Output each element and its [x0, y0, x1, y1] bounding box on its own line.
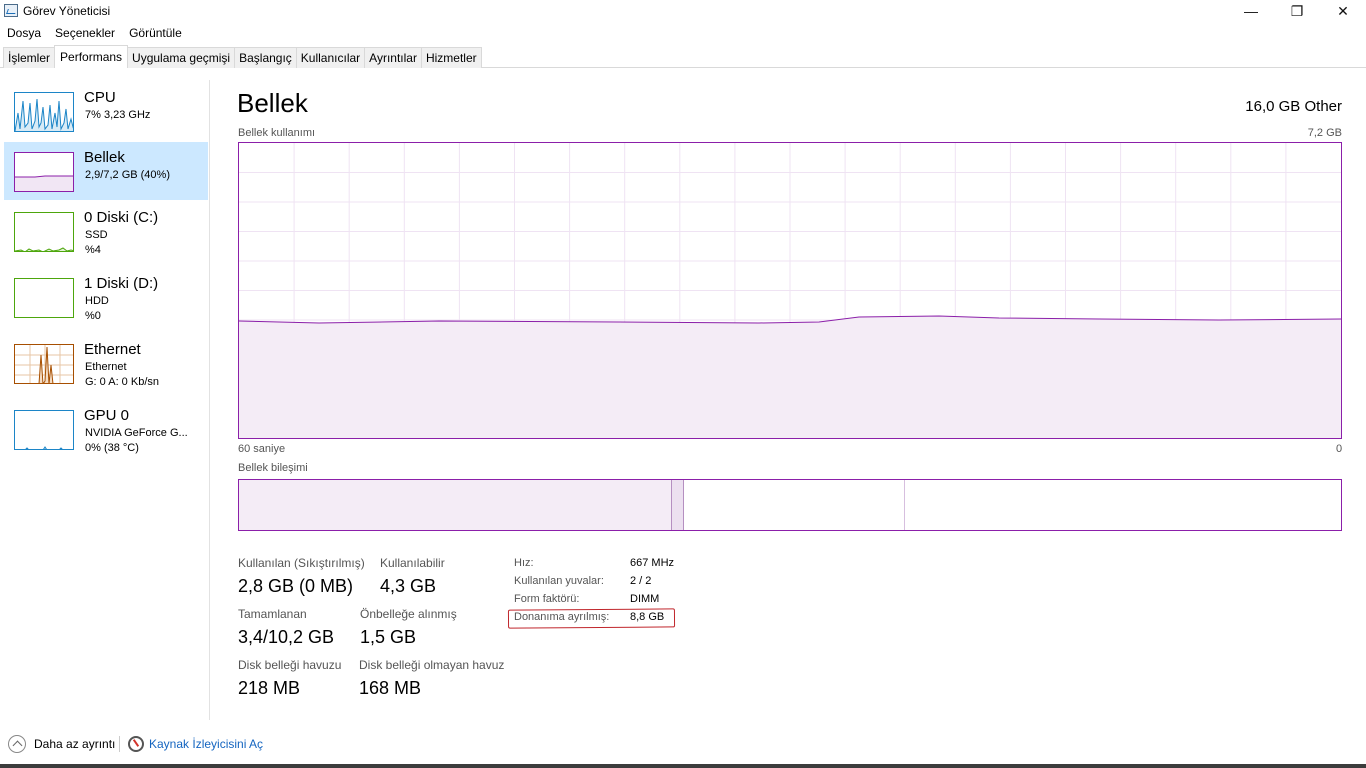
- memory-usage-label: Bellek kullanımı: [238, 127, 316, 139]
- fewer-details-button[interactable]: Daha az ayrıntı: [34, 737, 115, 751]
- tab-bar: İşlemler Performans Uygulama geçmişi Baş…: [0, 45, 1366, 68]
- sidebar-gpu-model: NVIDIA GeForce G...: [85, 427, 188, 439]
- committed-value: 3,4/10,2 GB: [238, 627, 335, 647]
- memory-thumbnail-graph: [14, 152, 74, 192]
- composition-standby: [684, 480, 905, 530]
- cached-value: 1,5 GB: [360, 627, 417, 647]
- committed-label: Tamamlanan: [238, 607, 307, 621]
- slots-value: 2 / 2: [630, 575, 652, 587]
- composition-in-use: [239, 480, 672, 530]
- memory-composition-bar: [238, 479, 1342, 531]
- available-value: 4,3 GB: [380, 576, 437, 596]
- sidebar-item-ethernet[interactable]: Ethernet Ethernet G: 0 A: 0 Kb/sn: [4, 334, 208, 392]
- disk-d-thumbnail-graph: [14, 278, 74, 318]
- disk-c-thumbnail-graph: [14, 212, 74, 252]
- ethernet-thumbnail-graph: [14, 344, 74, 384]
- form-factor-label: Form faktörü:: [514, 593, 580, 605]
- memory-composition-label: Bellek bileşimi: [238, 462, 308, 474]
- sidebar-item-cpu[interactable]: CPU 7% 3,23 GHz: [4, 82, 208, 140]
- maximize-button[interactable]: ❐: [1274, 0, 1320, 22]
- tab-startup[interactable]: Başlangıç: [234, 47, 297, 68]
- tab-details[interactable]: Ayrıntılar: [364, 47, 422, 68]
- footer-separator: [119, 736, 120, 752]
- sidebar-ethernet-throughput: G: 0 A: 0 Kb/sn: [85, 376, 159, 388]
- resource-monitor-icon: [128, 736, 144, 752]
- task-manager-icon: [4, 4, 18, 17]
- sidebar-item-gpu[interactable]: GPU 0 NVIDIA GeForce G... 0% (38 °C): [4, 400, 208, 458]
- sidebar-disk-c-title: 0 Diski (C:): [84, 209, 159, 226]
- paged-pool-label: Disk belleği havuzu: [238, 658, 342, 672]
- nonpaged-pool-label: Disk belleği olmayan havuz: [359, 658, 505, 672]
- open-resource-monitor-link[interactable]: Kaynak İzleyicisini Aç: [149, 737, 263, 751]
- gpu-thumbnail-graph: [14, 410, 74, 450]
- title-bar: Görev Yöneticisi — ❐ ✕: [0, 0, 1366, 22]
- sidebar-disk-d-type: HDD: [85, 295, 109, 307]
- memory-usage-graph: [238, 142, 1342, 439]
- cached-label: Önbelleğe alınmış: [360, 607, 457, 621]
- sidebar-disk-d-usage: %0: [85, 310, 101, 322]
- slots-label: Kullanılan yuvalar:: [514, 575, 604, 587]
- footer: Daha az ayrıntı Kaynak İzleyicisini Aç: [0, 730, 1366, 758]
- speed-value: 667 MHz: [630, 557, 675, 569]
- sidebar-item-disk-c[interactable]: 0 Diski (C:) SSD %4: [4, 202, 208, 260]
- menu-view[interactable]: Görüntüle: [122, 24, 189, 42]
- sidebar-gpu-usage: 0% (38 °C): [85, 442, 139, 454]
- form-factor-value: DIMM: [630, 593, 660, 605]
- menu-bar: Dosya Seçenekler Görüntüle: [0, 24, 189, 42]
- sidebar-disk-c-usage: %4: [85, 244, 101, 256]
- menu-options[interactable]: Seçenekler: [48, 24, 122, 42]
- sidebar-gpu-title: GPU 0: [84, 407, 130, 424]
- speed-label: Hız:: [514, 557, 534, 569]
- total-memory: 16,0 GB Other: [1245, 98, 1342, 115]
- tab-services[interactable]: Hizmetler: [420, 47, 482, 68]
- bottom-edge: [0, 764, 1366, 768]
- sidebar-memory-usage: 2,9/7,2 GB (40%): [85, 169, 170, 181]
- window-title: Görev Yöneticisi: [23, 4, 111, 18]
- performance-sidebar: CPU 7% 3,23 GHz Bellek 2,9/7,2 GB (40%) …: [0, 80, 210, 720]
- paged-pool-value: 218 MB: [238, 678, 301, 698]
- memory-usage-fill: [239, 316, 1341, 438]
- sidebar-disk-c-type: SSD: [85, 229, 108, 241]
- tab-performance[interactable]: Performans: [54, 45, 129, 68]
- page-title: Bellek: [237, 88, 308, 118]
- tab-processes[interactable]: İşlemler: [3, 47, 56, 68]
- sidebar-ethernet-title: Ethernet: [84, 341, 141, 358]
- available-label: Kullanılabilir: [380, 556, 445, 570]
- in-use-label: Kullanılan (Sıkıştırılmış): [238, 556, 365, 570]
- sidebar-memory-title: Bellek: [84, 149, 125, 166]
- close-button[interactable]: ✕: [1320, 0, 1366, 22]
- sidebar-item-memory[interactable]: Bellek 2,9/7,2 GB (40%): [4, 142, 208, 200]
- tab-app-history[interactable]: Uygulama geçmişi: [127, 47, 236, 68]
- in-use-value: 2,8 GB (0 MB): [238, 576, 354, 596]
- memory-usage-max: 7,2 GB: [1307, 127, 1342, 139]
- time-axis-end: 0: [1336, 443, 1343, 455]
- red-highlight-annotation: [507, 608, 676, 629]
- menu-file[interactable]: Dosya: [0, 24, 48, 42]
- sidebar-item-disk-d[interactable]: 1 Diski (D:) HDD %0: [4, 268, 208, 326]
- sidebar-disk-d-title: 1 Diski (D:): [84, 275, 159, 292]
- minimize-button[interactable]: —: [1228, 0, 1274, 22]
- memory-usage-svg: [239, 143, 1341, 438]
- chevron-up-icon[interactable]: [8, 735, 26, 753]
- composition-modified: [672, 480, 684, 530]
- tab-users[interactable]: Kullanıcılar: [295, 47, 366, 68]
- sidebar-ethernet-name: Ethernet: [85, 361, 127, 373]
- nonpaged-pool-value: 168 MB: [359, 678, 422, 698]
- cpu-thumbnail-graph: [14, 92, 74, 132]
- time-axis-label: 60 saniye: [238, 443, 286, 455]
- sidebar-cpu-usage: 7% 3,23 GHz: [85, 109, 151, 121]
- sidebar-cpu-title: CPU: [84, 89, 116, 106]
